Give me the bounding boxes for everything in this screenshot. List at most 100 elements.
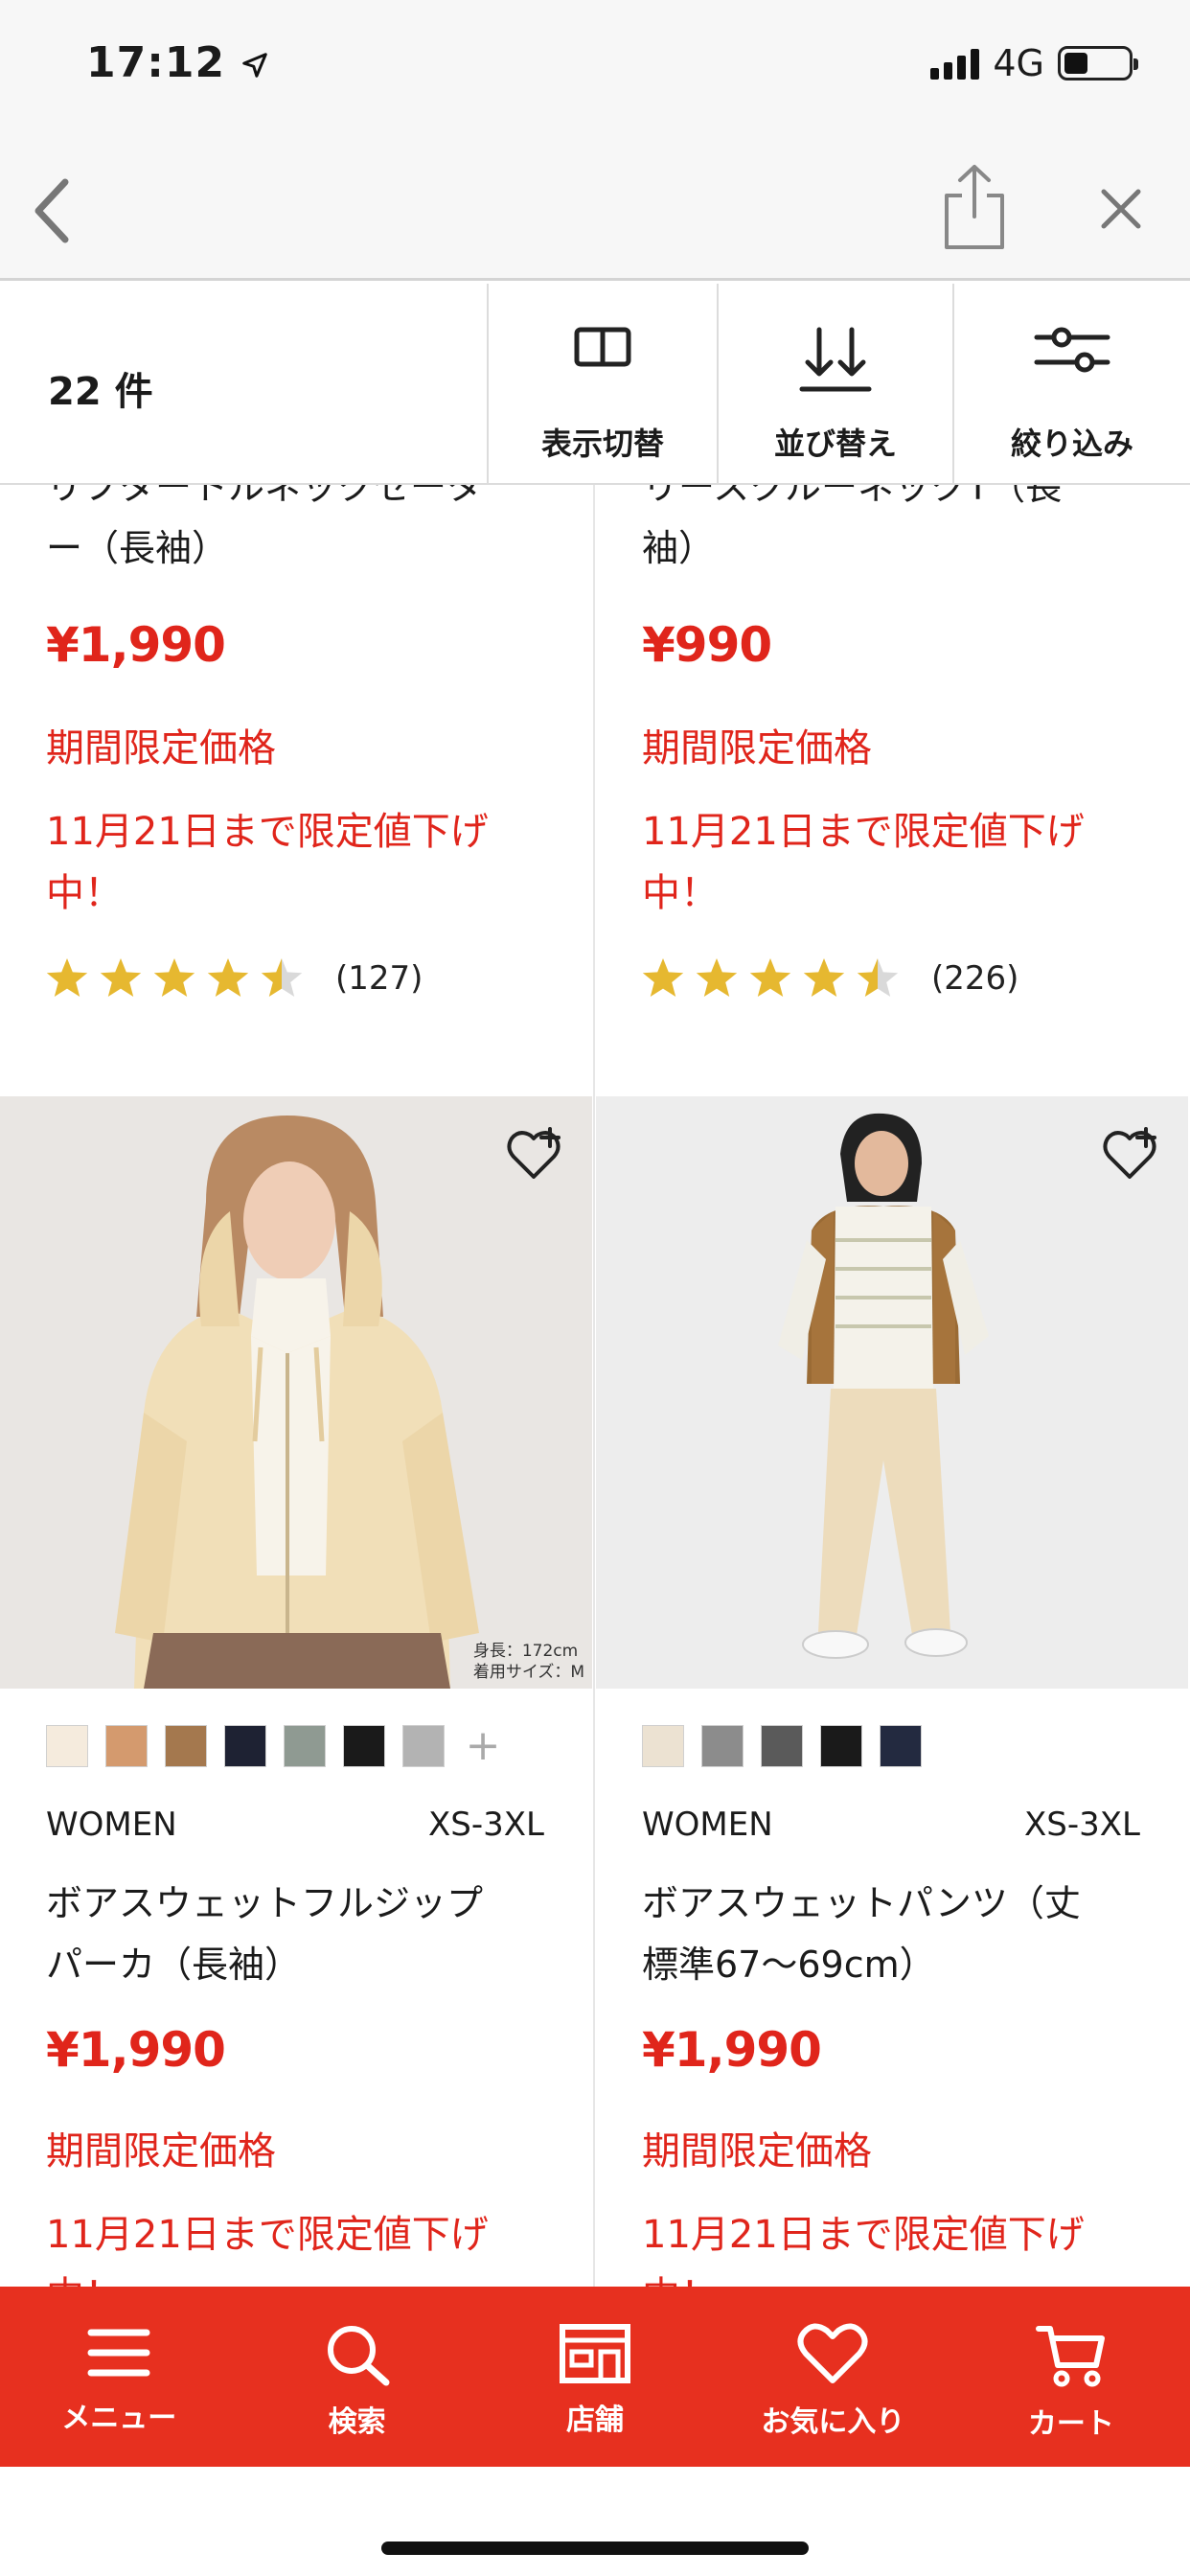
add-to-favorites-icon[interactable] (504, 1125, 563, 1184)
filter-button[interactable]: 絞り込み (952, 284, 1190, 485)
color-swatch[interactable] (105, 1725, 148, 1767)
star-rating: (127) (44, 956, 423, 1000)
sort-button[interactable]: 並び替え (717, 284, 952, 485)
heart-icon (797, 2323, 868, 2383)
result-count: 22 件 (48, 370, 153, 414)
color-swatch[interactable] (165, 1725, 207, 1767)
product-card[interactable]: WOMEN XS-3XL ボアスウェットパンツ（丈 標準67〜69cm） ¥1,… (596, 1096, 1190, 2287)
product-size-range: XS-3XL (1023, 1806, 1140, 1844)
promo-message: 11月21日まで限定値下げ 中！ (46, 2213, 489, 2287)
promo-label: 期間限定価格 (46, 726, 276, 770)
color-swatch[interactable] (701, 1725, 744, 1767)
close-icon[interactable] (1092, 180, 1150, 238)
promo-message: 11月21日まで限定値下げ 中！ (642, 2213, 1085, 2287)
layout-toggle-icon (574, 327, 631, 367)
product-name[interactable]: リースクルーネックT（長 袖） (642, 485, 1159, 579)
display-toggle-button[interactable]: 表示切替 (487, 284, 717, 485)
color-swatch[interactable] (46, 1725, 88, 1767)
cellular-signal-icon (930, 47, 980, 80)
search-icon (327, 2326, 390, 2386)
product-name[interactable]: ボアスウェットフルジップ パーカ（長袖） (46, 1873, 563, 1995)
product-card[interactable]: リースクルーネックT（長 袖） ¥990 期間限定価格 11月21日まで限定値下… (596, 485, 1190, 1089)
battery-icon (1058, 46, 1138, 80)
sweat-pants-photo (596, 1096, 1188, 1689)
sort-label: 並び替え (773, 426, 897, 462)
star-icon (803, 958, 845, 997)
color-swatch[interactable] (343, 1725, 385, 1767)
product-size-range: XS-3XL (427, 1806, 544, 1844)
promo-label: 期間限定価格 (642, 726, 872, 770)
tab-cart-label: カート (1027, 2407, 1114, 2441)
product-price: ¥990 (642, 617, 772, 673)
tab-favorites[interactable]: お気に入り (714, 2287, 951, 2467)
color-swatches: + (46, 1725, 504, 1767)
store-icon (560, 2324, 631, 2383)
home-indicator[interactable] (381, 2542, 809, 2555)
color-swatch[interactable] (642, 1725, 684, 1767)
half-star-icon (261, 958, 303, 997)
display-toggle-label: 表示切替 (540, 426, 664, 462)
tab-store[interactable]: 店舗 (476, 2287, 714, 2467)
color-swatch[interactable] (761, 1725, 803, 1767)
star-rating: (226) (640, 956, 1018, 1000)
status-time: 17:12 (86, 38, 269, 87)
status-bar: 17:12 4G (0, 0, 1190, 134)
color-swatches (642, 1725, 922, 1767)
location-arrow-icon (242, 53, 268, 78)
promo-label: 期間限定価格 (46, 2129, 276, 2174)
review-count: (127) (335, 959, 423, 998)
star-icon (46, 958, 88, 997)
color-swatch[interactable] (284, 1725, 326, 1767)
cart-icon (1035, 2326, 1105, 2387)
half-star-icon (857, 958, 899, 997)
product-card[interactable]: 身長：172cm 着用サイズ：M + WOMEN XS-3XL ボアスウェットフ… (0, 1096, 594, 2287)
star-icon (207, 958, 249, 997)
tab-cart[interactable]: カート (952, 2287, 1190, 2467)
review-count: (226) (931, 959, 1019, 998)
product-name[interactable]: リフタートルネックセータ ー（長袖） (46, 485, 563, 579)
product-gender: WOMEN (46, 1806, 177, 1844)
color-swatch[interactable] (402, 1725, 445, 1767)
color-swatch[interactable] (880, 1725, 922, 1767)
share-icon[interactable] (941, 161, 1008, 253)
more-colors-indicator: + (465, 1721, 501, 1770)
product-image[interactable] (596, 1096, 1188, 1689)
promo-message: 11月21日まで限定値下げ 中！ (46, 810, 489, 915)
navigation-bar (0, 134, 1190, 281)
product-gender: WOMEN (642, 1806, 773, 1844)
tab-menu[interactable]: メニュー (0, 2287, 238, 2467)
tab-search[interactable]: 検索 (238, 2287, 475, 2467)
add-to-favorites-icon[interactable] (1100, 1125, 1159, 1184)
product-price: ¥1,990 (46, 2022, 226, 2078)
back-chevron-icon[interactable] (21, 172, 88, 249)
color-swatch[interactable] (820, 1725, 862, 1767)
tab-search-label: 検索 (328, 2405, 386, 2439)
sort-icon (799, 327, 872, 392)
menu-icon (87, 2329, 150, 2377)
model-size-note: 身長：172cm 着用サイズ：M (472, 1642, 584, 1682)
star-icon (696, 958, 738, 997)
star-icon (153, 958, 195, 997)
star-icon (642, 958, 684, 997)
product-price: ¥1,990 (642, 2022, 822, 2078)
tab-favorites-label: お気に入り (761, 2405, 905, 2439)
product-image[interactable]: 身長：172cm 着用サイズ：M (0, 1096, 592, 1689)
star-icon (100, 958, 142, 997)
product-card[interactable]: リフタートルネックセータ ー（長袖） ¥1,990 期間限定価格 11月21日ま… (0, 485, 594, 1089)
promo-label: 期間限定価格 (642, 2129, 872, 2174)
product-price: ¥1,990 (46, 617, 226, 673)
home-indicator-area (0, 2467, 1190, 2576)
bottom-tab-bar: メニュー 検索 店舗 お気に入り カート (0, 2287, 1190, 2467)
hooded-jacket-photo (0, 1096, 592, 1689)
product-name[interactable]: ボアスウェットパンツ（丈 標準67〜69cm） (642, 1873, 1159, 1995)
tab-store-label: 店舗 (566, 2404, 625, 2437)
color-swatch[interactable] (224, 1725, 266, 1767)
tab-menu-label: メニュー (61, 2402, 177, 2435)
filter-bar: 22 件 表示切替 並び替え 絞り込み (0, 284, 1190, 485)
promo-message: 11月21日まで限定値下げ 中！ (642, 810, 1085, 915)
filter-sliders-icon (1034, 327, 1110, 373)
network-type: 4G (993, 42, 1044, 84)
product-grid: リフタートルネックセータ ー（長袖） ¥1,990 期間限定価格 11月21日ま… (0, 485, 1190, 2287)
filter-label: 絞り込み (1010, 426, 1133, 462)
star-icon (749, 958, 791, 997)
